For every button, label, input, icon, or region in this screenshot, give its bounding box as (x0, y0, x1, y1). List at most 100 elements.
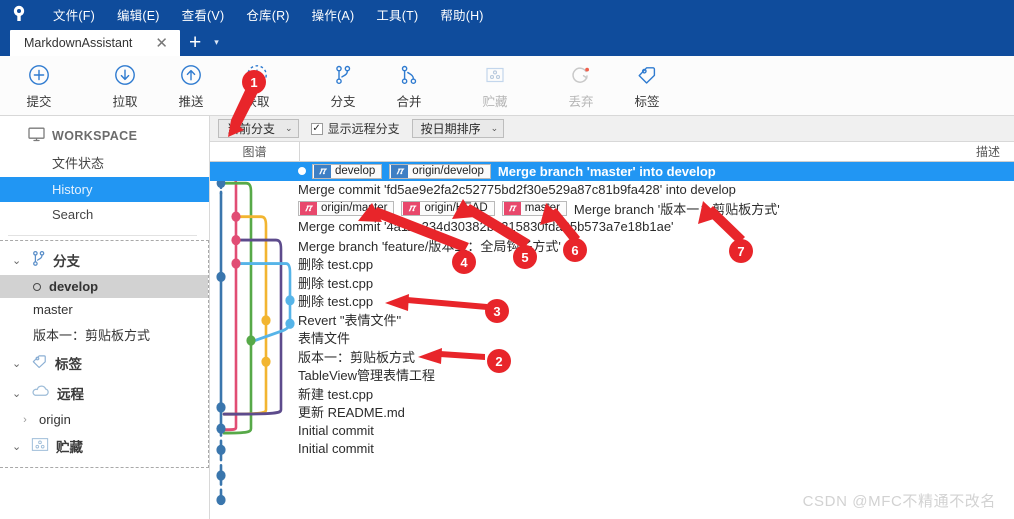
branch-label: 分支 (330, 94, 356, 109)
stash-button[interactable]: 贮藏 (462, 57, 528, 115)
table-row[interactable]: 删除 test.cpp (210, 255, 1014, 274)
table-row[interactable]: Merge commit 'fd5ae9e2fa2c52775bd2f30e52… (210, 181, 1014, 200)
sidebar-section-tags[interactable]: ⌄ 标签 (0, 348, 208, 378)
ref-badge-origin-master[interactable]: 𝜋 origin/master (298, 200, 395, 216)
menu-item-help[interactable]: 帮助(H) (429, 2, 494, 27)
show-remote-branches-checkbox[interactable]: ✓ 显示远程分支 (310, 120, 400, 137)
ref-badge-origin-head[interactable]: 𝜋 origin/HEAD (401, 200, 495, 216)
fetch-button[interactable]: 获取 (224, 57, 290, 115)
workspace-label: WORKSPACE (52, 129, 138, 143)
commit-button[interactable]: 提交 (6, 57, 72, 115)
commit-rows: 𝜋 develop 𝜋 origin/develop Merge branch … (210, 162, 1014, 458)
application-window: 文件(F) 编辑(E) 查看(V) 仓库(R) 操作(A) 工具(T) 帮助(H… (0, 0, 1014, 519)
stash-box-icon (31, 437, 49, 455)
chevron-down-icon: ⌄ (285, 123, 293, 133)
menu-item-edit[interactable]: 编辑(E) (106, 2, 171, 27)
branch-filter-dropdown[interactable]: 当前分支 ⌄ (218, 119, 299, 138)
arrow-down-circle-icon (114, 62, 136, 88)
branch-ref-icon: 𝜋 (503, 201, 521, 215)
new-tab-button[interactable]: + (180, 32, 210, 56)
commit-message: Merge branch 'feature/版本二：全局钩子方式' (298, 238, 561, 254)
chevron-right-icon: › (23, 413, 27, 426)
column-header-description[interactable]: 描述 (300, 143, 1014, 160)
commit-message: 版本一：剪贴板方式 (298, 349, 416, 365)
merge-button[interactable]: 合并 (376, 57, 442, 115)
branch-label: develop (49, 279, 99, 294)
tag-label: 标签 (634, 94, 660, 109)
table-row[interactable]: Initial commit (210, 440, 1014, 459)
sidebar-sections: ⌄ 分支 develop master 版本一：剪贴板方式 ⌄ 标签 ⌄ 远程 … (0, 240, 209, 468)
stash-box-icon (484, 62, 506, 88)
tag-icon (31, 354, 48, 372)
sidebar-branch-version-one[interactable]: 版本一：剪贴板方式 (0, 321, 208, 348)
menu-item-repository[interactable]: 仓库(R) (235, 2, 300, 27)
monitor-icon (28, 127, 45, 145)
table-row[interactable]: 𝜋 origin/master 𝜋 origin/HEAD 𝜋 master M… (210, 199, 1014, 218)
toolbar: 提交 拉取 推送 获取 分支 合并 贮藏 丢弃 标签 (0, 56, 1014, 116)
commit-message: Merge branch 'master' into develop (497, 163, 716, 179)
sidebar-remote-origin[interactable]: › origin (0, 408, 208, 431)
sidebar-branch-master[interactable]: master (0, 298, 208, 321)
history-pane: 当前分支 ⌄ ✓ 显示远程分支 按日期排序 ⌄ 图谱 描述 𝜋 develop … (210, 116, 1014, 519)
table-row[interactable]: 更新 README.md (210, 403, 1014, 422)
sort-order-dropdown[interactable]: 按日期排序 ⌄ (411, 119, 505, 138)
table-row[interactable]: 新建 test.cpp (210, 384, 1014, 403)
table-row[interactable]: 版本一：剪贴板方式 (210, 347, 1014, 366)
commit-message: 表情文件 (298, 331, 351, 347)
arrow-up-circle-icon (180, 62, 202, 88)
menu-item-tools[interactable]: 工具(T) (365, 2, 429, 27)
chevron-down-icon: ⌄ (12, 440, 22, 453)
discard-refresh-icon (570, 62, 592, 88)
table-row[interactable]: Merge commit '4a11e234d30382b3215830fda6… (210, 218, 1014, 237)
sidebar-item-history[interactable]: History (0, 177, 209, 202)
chevron-down-icon[interactable]: ▾ (210, 37, 225, 56)
sidebar-item-search[interactable]: Search (0, 202, 209, 227)
table-row[interactable]: 表情文件 (210, 329, 1014, 348)
table-row[interactable]: 删除 test.cpp (210, 292, 1014, 311)
column-header-graph[interactable]: 图谱 (210, 141, 300, 162)
pull-button[interactable]: 拉取 (92, 57, 158, 115)
sidebar-branch-develop[interactable]: develop (0, 275, 208, 298)
branch-ref-icon: 𝜋 (300, 201, 317, 215)
tab-strip: MarkdownAssistant ✕ + ▾ (0, 28, 1014, 56)
table-row[interactable]: 删除 test.cpp (210, 273, 1014, 292)
tag-button[interactable]: 标签 (614, 57, 680, 115)
menu-item-file[interactable]: 文件(F) (42, 2, 106, 27)
table-row[interactable]: Merge branch 'feature/版本二：全局钩子方式' (210, 236, 1014, 255)
ref-badge-develop[interactable]: 𝜋 develop (312, 163, 383, 179)
cloud-icon (31, 385, 50, 401)
menu-items: 文件(F) 编辑(E) 查看(V) 仓库(R) 操作(A) 工具(T) 帮助(H… (42, 2, 495, 27)
table-row[interactable]: 𝜋 develop 𝜋 origin/develop Merge branch … (210, 162, 1014, 181)
menu-item-actions[interactable]: 操作(A) (301, 2, 366, 27)
merge-label: 合并 (396, 94, 422, 109)
table-row[interactable]: Initial commit (210, 421, 1014, 440)
branch-filter-value: 当前分支 (227, 122, 276, 136)
sidebar-item-file-status[interactable]: 文件状态 (0, 148, 209, 177)
ref-badge-master[interactable]: 𝜋 master (501, 200, 567, 216)
sidebar-section-label: 远程 (57, 387, 84, 402)
commit-list[interactable]: 𝜋 develop 𝜋 origin/develop Merge branch … (210, 162, 1014, 519)
pull-label: 拉取 (112, 94, 138, 109)
sort-order-value: 按日期排序 (420, 122, 481, 136)
menu-item-view[interactable]: 查看(V) (171, 2, 236, 27)
branch-button[interactable]: 分支 (310, 57, 376, 115)
ref-badge-origin-develop[interactable]: 𝜋 origin/develop (389, 163, 491, 179)
sidebar-section-remotes[interactable]: ⌄ 远程 (0, 378, 208, 408)
commit-message: 新建 test.cpp (298, 386, 374, 402)
current-branch-icon (33, 282, 41, 291)
discard-button[interactable]: 丢弃 (548, 57, 614, 115)
table-row[interactable]: Revert "表情文件" (210, 310, 1014, 329)
chevron-down-icon: ⌄ (490, 123, 499, 133)
remote-label: origin (39, 412, 71, 427)
fetch-dashed-circle-icon (246, 62, 268, 88)
push-button[interactable]: 推送 (158, 57, 224, 115)
close-icon[interactable]: ✕ (151, 36, 172, 51)
sidebar-section-branches[interactable]: ⌄ 分支 (0, 245, 208, 275)
tab-markdownassistant[interactable]: MarkdownAssistant ✕ (10, 30, 180, 56)
ref-label: origin/develop (412, 165, 484, 178)
table-row[interactable]: TableView管理表情工程 (210, 366, 1014, 385)
sidebar-section-stashes[interactable]: ⌄ 贮藏 (0, 431, 208, 461)
commit-message: Revert "表情文件" (298, 312, 402, 328)
sidebar-divider (8, 235, 197, 236)
chevron-down-icon: ⌄ (12, 254, 22, 267)
